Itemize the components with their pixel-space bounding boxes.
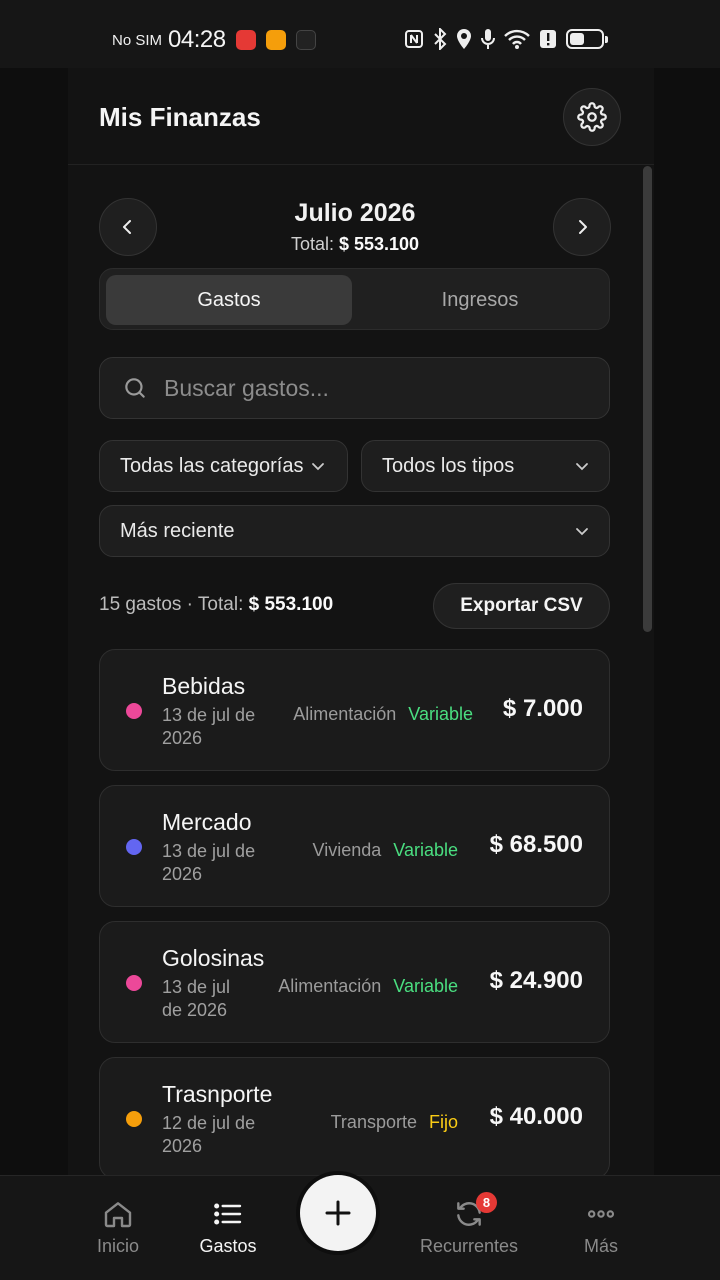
expense-meta: Vivienda Variable (313, 840, 458, 861)
category-filter-select[interactable]: Todas las categorías (99, 440, 348, 492)
expense-meta: Transporte Fijo (331, 1112, 458, 1133)
page-title: Mis Finanzas (99, 102, 261, 132)
status-bar: No SIM 04:28 (0, 0, 720, 68)
expense-total: $ 553.100 (248, 594, 334, 615)
add-expense-button[interactable] (300, 1175, 376, 1251)
signal-app-icon (295, 30, 316, 50)
more-icon (587, 1210, 615, 1218)
location-icon (457, 29, 471, 49)
nav-label: Recurrentes (419, 1236, 519, 1256)
expense-date: 12 de jul de 2026 (162, 1113, 256, 1156)
expense-meta: Alimentación Variable (293, 704, 473, 725)
expense-name: Bebidas (162, 673, 246, 699)
expense-name: Golosinas (162, 945, 265, 971)
plus-icon (325, 1200, 351, 1226)
month-total-value: $ 553.100 (338, 234, 420, 254)
notification-badge: 8 (476, 1192, 497, 1213)
chevron-down-icon (576, 528, 588, 536)
type-filter-select[interactable]: Todos los tipos (361, 440, 610, 492)
next-month-button[interactable] (553, 198, 611, 256)
previous-month-button[interactable] (99, 198, 157, 256)
chevron-down-icon (312, 463, 324, 471)
expense-card[interactable]: Trasnporte 12 de jul de 2026 Transporte … (99, 1057, 610, 1175)
expense-type: Fijo (428, 1112, 458, 1132)
microphone-icon (481, 29, 495, 49)
export-csv-button[interactable]: Exportar CSV (433, 583, 610, 629)
expense-type: Variable (408, 704, 473, 724)
category-filter-value: Todas las categorías (120, 454, 304, 477)
month-title: Julio 2026 (294, 199, 416, 227)
type-filter-value: Todos los tipos (382, 454, 515, 477)
expense-category: Alimentación (293, 704, 397, 724)
category-color-dot (126, 1111, 142, 1127)
expense-amount: $ 7.000 (502, 695, 583, 722)
battery-icon (566, 29, 608, 49)
expense-card[interactable]: Golosinas 13 de jul de 2026 Alimentación… (99, 921, 610, 1043)
notification-app-icon (265, 30, 286, 50)
bottom-navigation: Inicio Gastos 8 Recurrentes Más (0, 1175, 720, 1280)
search-box[interactable] (99, 357, 610, 419)
alert-icon (540, 30, 556, 48)
sort-value: Más reciente (120, 519, 235, 542)
chevron-left-icon (123, 220, 131, 234)
sort-select[interactable]: Más reciente (99, 505, 610, 557)
list-icon (214, 1203, 242, 1225)
nav-mas[interactable]: Más (536, 1198, 666, 1257)
expense-date: 13 de jul de 2026 (162, 705, 256, 748)
expense-meta: Alimentación Variable (278, 976, 458, 997)
expense-type: Variable (393, 840, 458, 860)
expense-name: Trasnporte (162, 1081, 273, 1107)
nav-label: Gastos (199, 1236, 257, 1256)
expense-date: 13 de jul de 2026 (162, 841, 256, 884)
category-color-dot (126, 839, 142, 855)
chevron-down-icon (576, 463, 588, 471)
wifi-icon (504, 29, 530, 49)
expense-category: Transporte (330, 1112, 417, 1132)
notification-app-icon (235, 30, 256, 50)
expense-category: Vivienda (312, 840, 382, 860)
category-color-dot (126, 975, 142, 991)
expense-count: 15 gastos · Total: (99, 594, 244, 615)
expense-amount: $ 40.000 (489, 1103, 583, 1130)
nav-recurrentes[interactable]: 8 Recurrentes (404, 1192, 534, 1257)
tab-gastos[interactable]: Gastos (106, 275, 352, 325)
scrollbar[interactable] (643, 166, 652, 632)
nav-label: Más (583, 1236, 618, 1256)
chevron-right-icon (579, 220, 587, 234)
carrier-label: No SIM (112, 31, 163, 49)
expense-summary: 15 gastos · Total: $ 553.100 (99, 594, 333, 616)
search-input[interactable] (164, 374, 564, 402)
expense-card[interactable]: Bebidas 13 de jul de 2026 Alimentación V… (99, 649, 610, 771)
expense-name: Mercado (162, 809, 252, 835)
nav-gastos[interactable]: Gastos (163, 1198, 293, 1257)
search-icon (125, 378, 145, 398)
bluetooth-icon (434, 28, 447, 50)
expense-card[interactable]: Mercado 13 de jul de 2026 Vivienda Varia… (99, 785, 610, 907)
nfc-icon (405, 30, 423, 48)
category-color-dot (126, 703, 142, 719)
tab-ingresos[interactable]: Ingresos (357, 275, 603, 325)
expense-type: Variable (393, 976, 458, 996)
app-screen: Mis Finanzas Julio 2026 Total: $ 553.100… (0, 68, 720, 1175)
app-header: Mis Finanzas (68, 68, 654, 165)
month-total: Total: $ 553.100 (200, 234, 510, 255)
month-total-label: Total: (290, 234, 334, 254)
type-segmented-control: Gastos Ingresos (99, 268, 610, 330)
expense-amount: $ 24.900 (489, 967, 583, 994)
gear-icon (577, 102, 607, 132)
expense-category: Alimentación (278, 976, 382, 996)
settings-button[interactable] (563, 88, 621, 146)
expense-date: 13 de jul de 2026 (162, 977, 231, 1020)
home-icon (104, 1202, 132, 1228)
clock: 04:28 (168, 26, 226, 53)
expense-amount: $ 68.500 (489, 831, 583, 858)
